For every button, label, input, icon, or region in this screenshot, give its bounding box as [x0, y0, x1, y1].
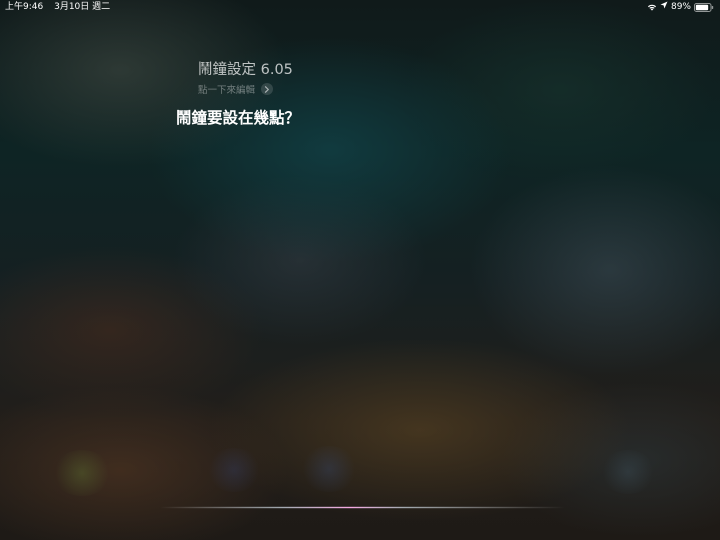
siri-response-text: 鬧鐘要設在幾點？ [176, 109, 301, 127]
tap-to-edit-label: 點一下來編輯 [198, 85, 256, 96]
siri-waveform[interactable] [160, 506, 565, 509]
siri-screen: 上午9:46 3月10日 週二 89% 鬧鐘設定 6.05 點一下來編輯 鬧鐘要… [0, 0, 720, 540]
chevron-right-icon [261, 83, 274, 95]
siri-request-text: 鬧鐘設定 6.05 [198, 62, 293, 78]
tap-to-edit-button[interactable]: 點一下來編輯 [198, 82, 274, 96]
siri-panel: 鬧鐘設定 6.05 點一下來編輯 鬧鐘要設在幾點？ [0, 0, 720, 540]
